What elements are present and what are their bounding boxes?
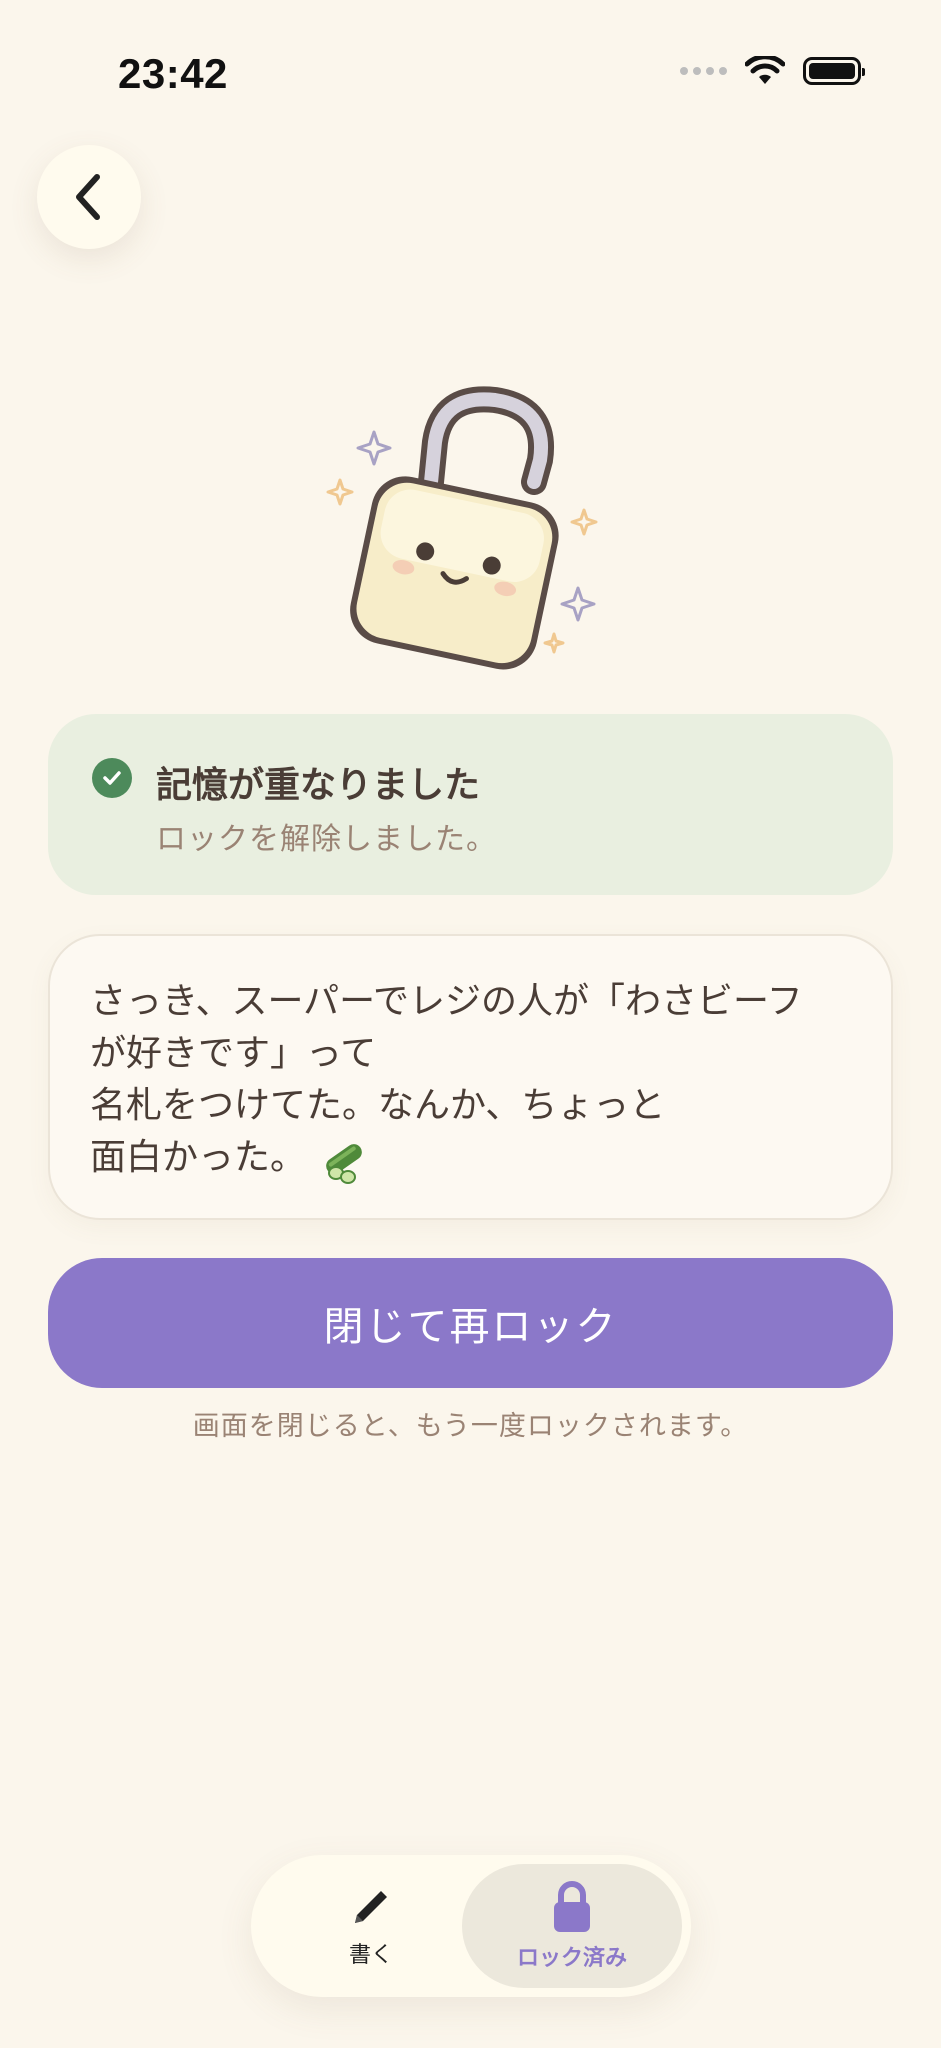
unlocked-padlock-illustration xyxy=(326,386,598,670)
success-title: 記憶が重なりました xyxy=(156,765,481,806)
lock-icon xyxy=(554,1881,590,1932)
sparkle-icon xyxy=(570,508,598,536)
tab-locked[interactable]: ロック済み xyxy=(462,1864,682,1988)
sparkle-icon xyxy=(326,478,354,506)
cellular-signal-icon xyxy=(680,67,727,75)
padlock-body xyxy=(350,476,559,670)
sparkle-icon xyxy=(560,586,596,622)
pencil-icon xyxy=(355,1891,387,1923)
tab-locked-label: ロック済み xyxy=(516,1946,627,1971)
back-button[interactable] xyxy=(37,145,141,249)
status-time: 23:42 xyxy=(118,50,228,97)
status-indicators xyxy=(680,56,865,86)
battery-icon xyxy=(803,57,865,85)
memory-message-body: さっき、スーパーでレジの人が「わさビーフ が好きです」って 名札をつけてた。なん… xyxy=(90,981,803,1178)
success-subtitle: ロックを解除しました。 xyxy=(156,822,497,857)
check-circle-icon xyxy=(92,758,132,798)
chevron-left-icon xyxy=(76,174,100,220)
relock-button[interactable]: 閉じて再ロック xyxy=(48,1258,893,1388)
memory-message-text: さっき、スーパーでレジの人が「わさビーフ が好きです」って 名札をつけてた。なん… xyxy=(90,976,851,1185)
sparkle-icon xyxy=(356,430,392,466)
wifi-icon xyxy=(745,56,785,84)
sparkle-icon xyxy=(543,632,565,654)
relock-hint: 画面を閉じると、もう一度ロックされます。 xyxy=(192,1411,749,1442)
cucumber-icon xyxy=(326,1144,362,1184)
tab-write[interactable]: 書く xyxy=(281,1864,461,1988)
memory-message-card: さっき、スーパーでレジの人が「わさビーフ が好きです」って 名札をつけてた。なん… xyxy=(48,934,893,1220)
tab-write-label: 書く xyxy=(348,1943,393,1968)
tab-bar: 書く ロック済み xyxy=(251,1855,691,1997)
unlock-success-card: 記憶が重なりました ロックを解除しました。 xyxy=(48,714,893,895)
